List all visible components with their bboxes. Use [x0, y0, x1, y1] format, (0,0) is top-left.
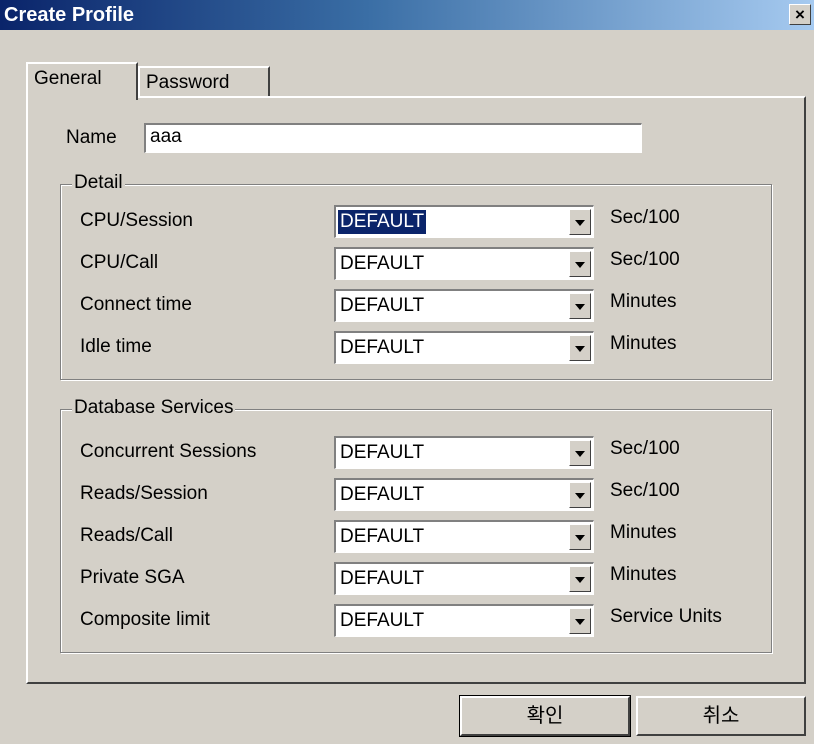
chevron-down-icon: [575, 451, 585, 457]
detail-unit-label: Minutes: [610, 333, 677, 354]
combo-value: DEFAULT: [338, 210, 427, 234]
chevron-down-icon: [575, 577, 585, 583]
dropdown-button[interactable]: [569, 335, 591, 361]
db-services-unit-label: Sec/100: [610, 480, 680, 501]
db-services-combo[interactable]: DEFAULT: [334, 478, 594, 511]
combo-value: DEFAULT: [340, 337, 425, 358]
db-services-combo[interactable]: DEFAULT: [334, 562, 594, 595]
tab-general[interactable]: General: [26, 62, 138, 100]
name-label: Name: [66, 127, 117, 148]
chevron-down-icon: [575, 346, 585, 352]
detail-combo[interactable]: DEFAULT: [334, 205, 594, 238]
db-services-unit-label: Minutes: [610, 564, 677, 585]
db-services-unit-label: Sec/100: [610, 438, 680, 459]
db-services-row-label: Private SGA: [80, 567, 185, 588]
db-services-combo[interactable]: DEFAULT: [334, 520, 594, 553]
ok-button[interactable]: 확인: [459, 695, 631, 737]
db-services-group-title: Database Services: [72, 397, 236, 419]
tab-general-label: General: [34, 68, 102, 89]
dropdown-button[interactable]: [569, 440, 591, 466]
close-icon: ×: [795, 5, 805, 24]
combo-value: DEFAULT: [340, 253, 425, 274]
dropdown-button[interactable]: [569, 524, 591, 550]
detail-row-label: Idle time: [80, 336, 152, 357]
dropdown-button[interactable]: [569, 482, 591, 508]
name-input[interactable]: aaa: [144, 123, 642, 153]
detail-combo[interactable]: DEFAULT: [334, 331, 594, 364]
combo-value: DEFAULT: [340, 295, 425, 316]
detail-row-label: CPU/Session: [80, 210, 193, 231]
dropdown-button[interactable]: [569, 608, 591, 634]
combo-value: DEFAULT: [340, 526, 425, 547]
combo-value: DEFAULT: [340, 610, 425, 631]
combo-value: DEFAULT: [340, 442, 425, 463]
chevron-down-icon: [575, 220, 585, 226]
detail-row-label: CPU/Call: [80, 252, 159, 273]
detail-group-title: Detail: [72, 172, 125, 194]
detail-combo[interactable]: DEFAULT: [334, 289, 594, 322]
chevron-down-icon: [575, 493, 585, 499]
dropdown-button[interactable]: [569, 293, 591, 319]
db-services-combo[interactable]: DEFAULT: [334, 604, 594, 637]
tab-password[interactable]: Password: [138, 66, 270, 98]
detail-combo[interactable]: DEFAULT: [334, 247, 594, 280]
dropdown-button[interactable]: [569, 251, 591, 277]
tab-password-label: Password: [146, 72, 230, 93]
dropdown-button[interactable]: [569, 209, 591, 235]
db-services-row-label: Composite limit: [80, 609, 210, 630]
dropdown-button[interactable]: [569, 566, 591, 592]
db-services-unit-label: Service Units: [610, 606, 722, 627]
cancel-button[interactable]: 취소: [636, 696, 806, 736]
db-services-row-label: Reads/Call: [80, 525, 173, 546]
chevron-down-icon: [575, 619, 585, 625]
close-button[interactable]: ×: [789, 4, 811, 25]
combo-value: DEFAULT: [340, 484, 425, 505]
detail-row-label: Connect time: [80, 294, 192, 315]
chevron-down-icon: [575, 535, 585, 541]
create-profile-dialog: Create Profile × General Password Name a…: [0, 0, 814, 744]
title-bar[interactable]: Create Profile ×: [0, 0, 814, 30]
db-services-combo[interactable]: DEFAULT: [334, 436, 594, 469]
db-services-row-label: Concurrent Sessions: [80, 441, 257, 462]
chevron-down-icon: [575, 262, 585, 268]
combo-value: DEFAULT: [340, 568, 425, 589]
detail-unit-label: Minutes: [610, 291, 677, 312]
chevron-down-icon: [575, 304, 585, 310]
window-title: Create Profile: [4, 4, 135, 26]
db-services-row-label: Reads/Session: [80, 483, 208, 504]
db-services-unit-label: Minutes: [610, 522, 677, 543]
detail-unit-label: Sec/100: [610, 207, 680, 228]
detail-unit-label: Sec/100: [610, 249, 680, 270]
